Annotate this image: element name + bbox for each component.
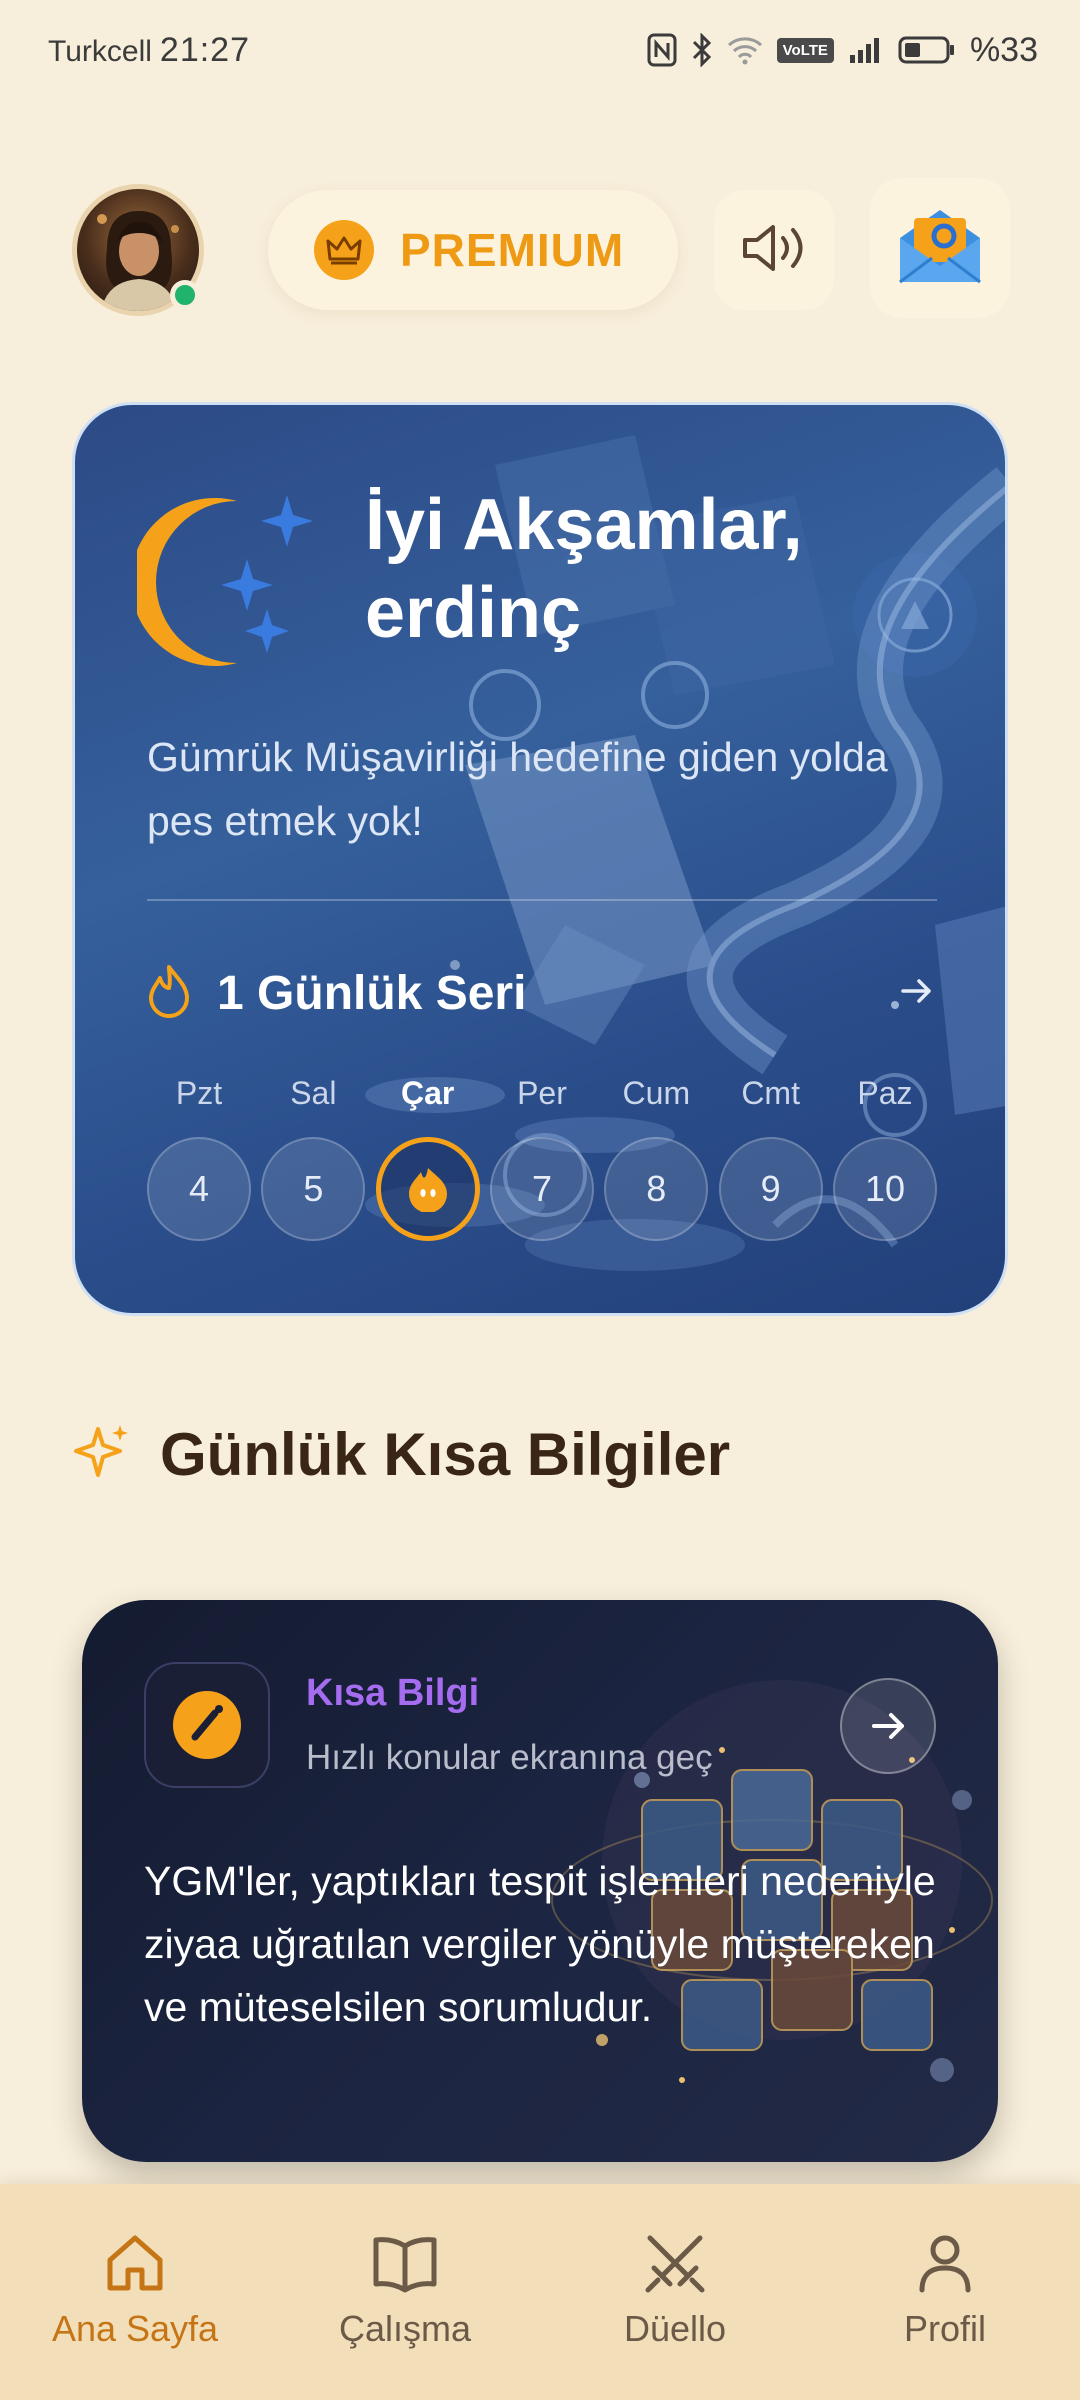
pencil-circle-icon bbox=[173, 1691, 241, 1759]
day-number: 10 bbox=[832, 1137, 937, 1241]
day-sunday[interactable]: Paz 10 bbox=[832, 1075, 937, 1241]
day-thursday[interactable]: Per 7 bbox=[489, 1075, 594, 1241]
day-number: 5 bbox=[261, 1137, 366, 1241]
quick-fact-title: Kısa Bilgi bbox=[306, 1672, 480, 1714]
status-left: Turkcell 21:27 bbox=[48, 31, 250, 70]
swords-icon bbox=[645, 2235, 705, 2293]
wifi-icon bbox=[727, 35, 763, 65]
streak-done-marker bbox=[375, 1137, 480, 1241]
online-status-dot bbox=[170, 280, 200, 310]
nav-study[interactable]: Çalışma bbox=[290, 2228, 520, 2400]
day-number: 4 bbox=[147, 1137, 251, 1241]
status-right: VoLTE %33 bbox=[647, 31, 1038, 70]
week-days-row: Pzt 4 Sal 5 Çar Per 7 Cum 8 Cmt 9 Paz 10 bbox=[147, 1075, 937, 1241]
day-name: Pzt bbox=[175, 1075, 223, 1111]
flame-icon bbox=[147, 964, 191, 1023]
day-friday[interactable]: Cum 8 bbox=[604, 1075, 709, 1241]
status-time: 21:27 bbox=[159, 30, 250, 69]
speaker-icon bbox=[739, 218, 809, 283]
flame-face-icon bbox=[408, 1168, 447, 1212]
bottom-navigation: Ana Sayfa Çalışma Düello Profil bbox=[0, 2184, 1080, 2400]
day-name: Sal bbox=[290, 1075, 337, 1111]
nav-label: Çalışma bbox=[338, 2308, 472, 2349]
sparkle-icon bbox=[72, 1421, 134, 1488]
day-number: 7 bbox=[489, 1137, 594, 1241]
carrier-name: Turkcell bbox=[48, 34, 152, 68]
book-icon bbox=[373, 2237, 437, 2293]
moon-stars-icon bbox=[130, 465, 337, 690]
mail-icon bbox=[890, 196, 990, 301]
day-monday[interactable]: Pzt 4 bbox=[147, 1075, 251, 1241]
nav-label: Düello bbox=[623, 2308, 727, 2349]
volte-badge: VoLTE bbox=[776, 37, 834, 63]
quick-fact-subtitle: Hızlı konular ekranına geç bbox=[306, 1738, 713, 1777]
streak-row[interactable]: 1 Günlük Seri bbox=[147, 953, 937, 1033]
nav-label: Profil bbox=[903, 2308, 987, 2349]
day-number: 8 bbox=[604, 1137, 709, 1241]
premium-button[interactable]: PREMIUM bbox=[268, 190, 678, 310]
day-name: Cmt bbox=[741, 1075, 800, 1111]
mail-button[interactable] bbox=[870, 178, 1010, 318]
nav-label: Ana Sayfa bbox=[51, 2308, 219, 2349]
battery-icon bbox=[898, 35, 956, 65]
section-title: Günlük Kısa Bilgiler bbox=[160, 1421, 731, 1488]
day-name: Cum bbox=[622, 1075, 691, 1111]
streak-label: 1 Günlük Seri bbox=[217, 966, 527, 1020]
bluetooth-icon bbox=[691, 33, 713, 67]
greeting-subtitle: Gümrük Müşavirliği hedefine giden yolda … bbox=[147, 734, 888, 844]
day-wednesday-today[interactable]: Çar bbox=[375, 1075, 480, 1241]
battery-percent: %33 bbox=[969, 30, 1038, 69]
day-name: Paz bbox=[857, 1075, 913, 1111]
info-icon-box bbox=[144, 1662, 270, 1788]
nfc-icon bbox=[647, 33, 677, 67]
day-name: Per bbox=[517, 1075, 567, 1111]
nav-home[interactable]: Ana Sayfa bbox=[20, 2228, 250, 2400]
profile-avatar[interactable] bbox=[72, 184, 204, 316]
day-tuesday[interactable]: Sal 5 bbox=[261, 1075, 366, 1241]
signal-icon bbox=[848, 35, 884, 65]
quick-fact-arrow-button[interactable] bbox=[840, 1678, 936, 1774]
greeting-divider bbox=[147, 899, 937, 901]
quick-fact-text: YGM'ler, yaptıkları tespit işlemleri ned… bbox=[144, 1858, 936, 2030]
greeting-card: İyi Akşamlar, erdinç Gümrük Müşavirliği … bbox=[72, 402, 1008, 1316]
sound-toggle-button[interactable] bbox=[714, 190, 834, 310]
day-saturday[interactable]: Cmt 9 bbox=[718, 1075, 823, 1241]
arrow-right-icon bbox=[897, 971, 937, 1016]
section-header: Günlük Kısa Bilgiler bbox=[72, 1420, 730, 1489]
nav-profile[interactable]: Profil bbox=[830, 2228, 1060, 2400]
premium-label: PREMIUM bbox=[400, 224, 625, 276]
home-icon bbox=[107, 2235, 163, 2291]
quick-fact-card[interactable]: Kısa Bilgi Hızlı konular ekranına geç YG… bbox=[82, 1600, 998, 2162]
nav-duel[interactable]: Düello bbox=[560, 2228, 790, 2400]
status-bar: Turkcell 21:27 VoLTE %33 bbox=[0, 0, 1080, 100]
day-name: Çar bbox=[400, 1075, 455, 1111]
user-icon bbox=[919, 2235, 971, 2293]
arrow-right-icon bbox=[872, 1713, 904, 1739]
greeting-title: İyi Akşamlar, erdinç bbox=[365, 485, 803, 653]
day-number: 9 bbox=[718, 1137, 823, 1241]
crown-icon bbox=[314, 220, 374, 280]
